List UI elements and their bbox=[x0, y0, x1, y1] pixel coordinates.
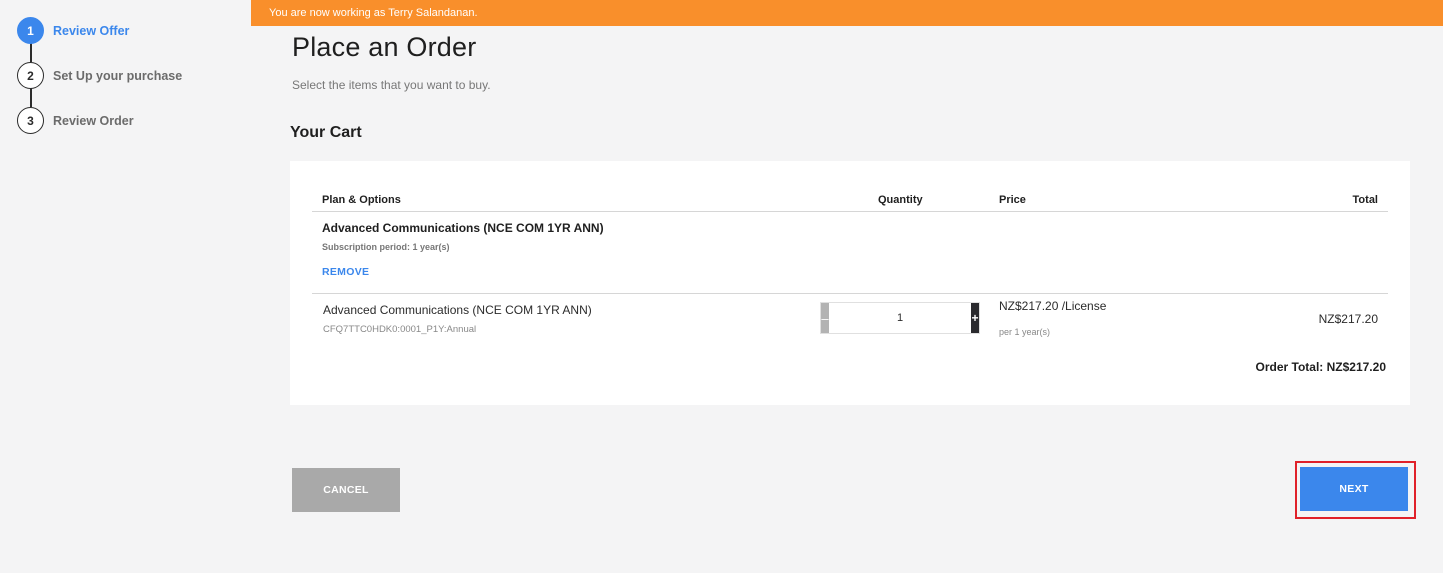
item-sku: CFQ7TTC0HDK0:0001_P1Y:Annual bbox=[323, 324, 477, 335]
line-total: NZ$217.20 bbox=[1318, 312, 1378, 326]
order-stepper: 1 Review Offer 2 Set Up your purchase 3 … bbox=[0, 0, 251, 573]
quantity-stepper: – + bbox=[820, 302, 980, 334]
step-label: Review Offer bbox=[53, 23, 130, 38]
step-number: 2 bbox=[17, 62, 44, 89]
increase-quantity-button[interactable]: + bbox=[971, 303, 979, 333]
step-connector bbox=[30, 43, 32, 62]
item-name: Advanced Communications (NCE COM 1YR ANN… bbox=[323, 303, 592, 317]
column-header-price: Price bbox=[999, 194, 1026, 206]
page-root: 1 Review Offer 2 Set Up your purchase 3 … bbox=[0, 0, 1443, 573]
cart-table: Plan & Options Quantity Price Total Adva… bbox=[290, 161, 1410, 405]
step-connector bbox=[30, 88, 32, 107]
step-review-offer[interactable]: 1 Review Offer bbox=[17, 17, 129, 44]
page-title: Place an Order bbox=[292, 32, 477, 62]
step-label: Set Up your purchase bbox=[53, 68, 183, 83]
page-subtitle: Select the items that you want to buy. bbox=[292, 78, 491, 92]
column-header-plan: Plan & Options bbox=[322, 194, 401, 206]
step-label: Review Order bbox=[53, 113, 134, 128]
plan-title: Advanced Communications (NCE COM 1YR ANN… bbox=[322, 221, 604, 235]
row-divider bbox=[312, 293, 1388, 294]
price-period: per 1 year(s) bbox=[999, 327, 1051, 337]
subscription-period: Subscription period: 1 year(s) bbox=[322, 242, 450, 252]
cancel-button[interactable]: CANCEL bbox=[292, 468, 400, 512]
column-header-quantity: Quantity bbox=[878, 194, 923, 206]
decrease-quantity-button[interactable]: – bbox=[821, 303, 829, 333]
impersonation-banner: You are now working as Terry Salandanan. bbox=[251, 0, 1443, 26]
remove-link[interactable]: REMOVE bbox=[322, 266, 369, 278]
unit-price: NZ$217.20 /License bbox=[999, 299, 1107, 313]
header-divider bbox=[312, 211, 1388, 212]
quantity-input[interactable] bbox=[829, 303, 971, 333]
step-number: 3 bbox=[17, 107, 44, 134]
next-button[interactable]: NEXT bbox=[1300, 467, 1408, 511]
step-review-order[interactable]: 3 Review Order bbox=[17, 107, 134, 134]
order-total: Order Total: NZ$217.20 bbox=[1255, 360, 1387, 374]
step-set-up-purchase[interactable]: 2 Set Up your purchase bbox=[17, 62, 182, 89]
cart-heading: Your Cart bbox=[290, 124, 362, 141]
step-number: 1 bbox=[17, 17, 44, 44]
column-header-total: Total bbox=[1352, 194, 1378, 206]
